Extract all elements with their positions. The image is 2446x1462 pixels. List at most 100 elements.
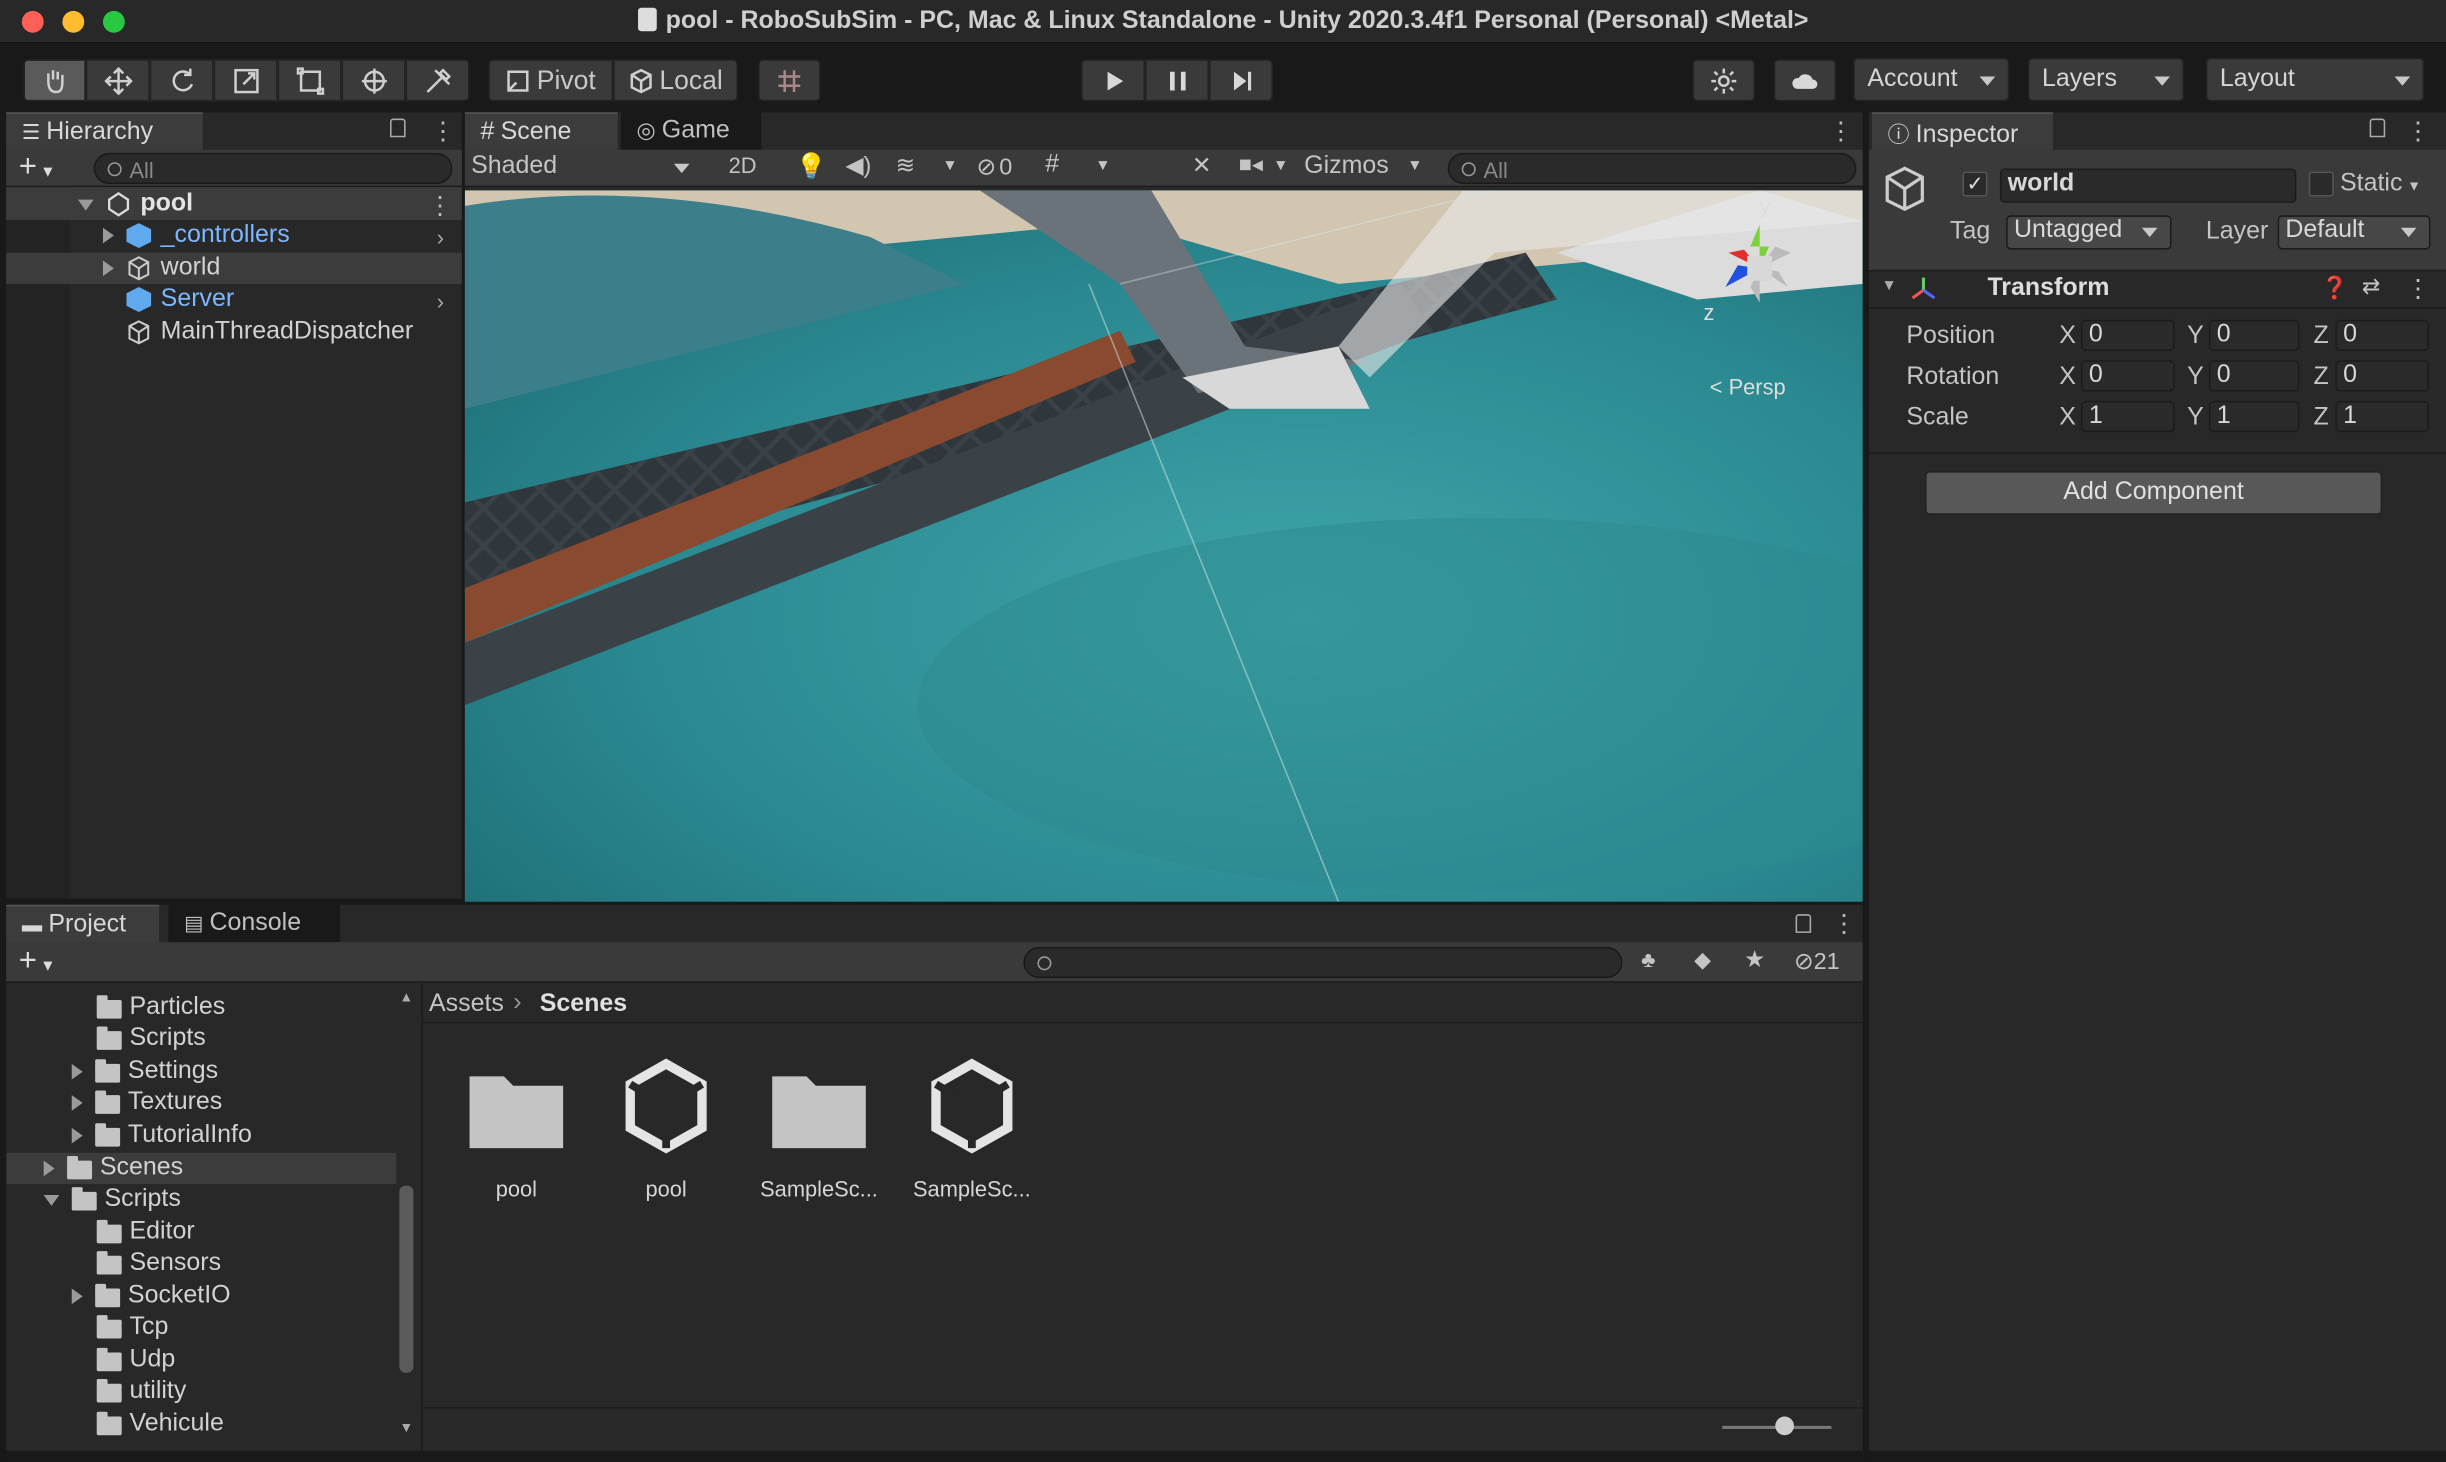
scale-z-field[interactable]: 1 xyxy=(2335,400,2429,433)
layout-dropdown[interactable]: Layout xyxy=(2205,57,2425,102)
custom-tool-button[interactable] xyxy=(405,59,470,102)
hidden-packages-toggle[interactable]: ⊘21 xyxy=(1794,947,1840,975)
tree-item-tutorialinfo[interactable]: TutorialInfo xyxy=(71,1120,252,1151)
gizmos-dropdown[interactable]: Gizmos ▼ xyxy=(1295,153,1432,181)
chevron-right-icon[interactable]: › xyxy=(437,289,444,314)
tab-game[interactable]: ◎ Game xyxy=(620,112,762,150)
more-options-icon[interactable]: ⋮ xyxy=(2406,115,2431,146)
transform-tool-button[interactable] xyxy=(341,59,406,102)
rotation-z-field[interactable]: 0 xyxy=(2335,360,2429,392)
breadcrumb-assets[interactable]: Assets xyxy=(429,991,504,1019)
perspective-toggle[interactable]: < Persp xyxy=(1710,374,1786,399)
transform-header[interactable]: ▼ Transform ❓ ⇄ ⋮ xyxy=(1868,271,2446,309)
lock-icon[interactable] xyxy=(1795,914,1812,933)
lighting-toggle-icon[interactable]: 💡 xyxy=(796,151,827,182)
active-checkbox[interactable]: ✓ xyxy=(1962,171,1988,197)
asset-item[interactable]: SampleSc... xyxy=(749,1055,889,1211)
services-button[interactable] xyxy=(1692,59,1755,102)
tab-hierarchy[interactable]: ☰ Hierarchy xyxy=(6,112,203,150)
breadcrumb-scenes[interactable]: Scenes xyxy=(540,991,627,1019)
scene-row-pool[interactable] xyxy=(6,187,462,220)
scale-tool-button[interactable] xyxy=(213,59,278,102)
chevron-down-icon[interactable]: ▼ xyxy=(942,158,957,175)
tree-item-scripts-root[interactable]: Scripts xyxy=(43,1184,181,1215)
create-dropdown-button[interactable]: + ▼ xyxy=(19,944,56,980)
move-tool-button[interactable] xyxy=(85,59,150,102)
asset-item[interactable]: pool xyxy=(446,1055,586,1211)
scale-x-field[interactable]: 1 xyxy=(2081,400,2175,433)
layers-dropdown[interactable]: Layers xyxy=(2027,57,2184,102)
orientation-gizmo[interactable]: y x z < Persp xyxy=(1697,193,1822,399)
create-dropdown-button[interactable]: + ▼ xyxy=(19,150,56,186)
tools-icon[interactable]: ✕ xyxy=(1192,151,1212,180)
static-checkbox[interactable] xyxy=(2308,171,2334,197)
axis-y-label[interactable]: Y xyxy=(2187,363,2204,391)
position-x-field[interactable]: 0 xyxy=(2081,319,2175,351)
lock-icon[interactable] xyxy=(2369,118,2386,138)
more-options-icon[interactable]: ⋮ xyxy=(431,115,456,146)
tab-project[interactable]: ▬ Project xyxy=(6,904,160,943)
rotation-y-field[interactable]: 0 xyxy=(2208,360,2300,392)
lock-icon[interactable] xyxy=(390,118,406,138)
tab-inspector[interactable]: ⓘ Inspector xyxy=(1871,112,2053,150)
axis-y-label[interactable]: Y xyxy=(2187,404,2204,432)
help-icon[interactable]: ❓ xyxy=(2321,275,2348,302)
asset-item[interactable]: pool xyxy=(596,1055,736,1211)
axis-z-label[interactable]: Z xyxy=(2313,404,2328,432)
tree-item-udp[interactable]: Udp xyxy=(96,1345,175,1376)
shading-mode-dropdown[interactable]: Shaded xyxy=(471,153,702,181)
tree-item-socketio[interactable]: SocketIO xyxy=(71,1281,231,1312)
rotate-tool-button[interactable] xyxy=(149,59,214,102)
hand-tool-button[interactable] xyxy=(23,59,86,102)
hidden-objects-toggle[interactable]: ⊘ 0 xyxy=(977,153,1013,181)
axis-y-label[interactable]: Y xyxy=(2187,323,2204,351)
static-label[interactable]: Static ▼ xyxy=(2340,170,2421,198)
hierarchy-item-controllers[interactable]: _controllers xyxy=(102,220,290,251)
chevron-right-icon[interactable]: › xyxy=(437,225,444,250)
scene-options-icon[interactable]: ⋮ xyxy=(427,190,452,221)
grid-toggle-icon[interactable]: # xyxy=(1045,151,1059,179)
add-component-button[interactable]: Add Component xyxy=(1925,471,2383,515)
axis-x-label[interactable]: X xyxy=(2059,363,2076,391)
scene-viewport[interactable]: y x z < Persp xyxy=(464,190,1863,902)
local-toggle[interactable]: Local xyxy=(613,59,738,102)
search-by-type-icon[interactable]: ♣ xyxy=(1641,947,1655,972)
search-by-label-icon[interactable]: ◆ xyxy=(1694,947,1711,974)
axis-x-label[interactable]: X xyxy=(2059,323,2076,351)
scale-y-field[interactable]: 1 xyxy=(2208,400,2300,433)
effects-toggle-icon[interactable]: ≋ xyxy=(895,151,915,180)
tree-item-settings[interactable]: Settings xyxy=(71,1056,218,1087)
play-button[interactable] xyxy=(1081,59,1146,102)
audio-toggle-icon[interactable]: ◀) xyxy=(846,151,872,180)
position-z-field[interactable]: 0 xyxy=(2335,319,2429,351)
scene-header[interactable]: pool xyxy=(78,189,193,220)
hierarchy-item-server[interactable]: Server xyxy=(126,284,234,315)
tab-console[interactable]: ▤ Console xyxy=(168,904,341,943)
toggle-2d-button[interactable]: 2D xyxy=(718,153,768,178)
pivot-toggle[interactable]: Pivot xyxy=(488,59,614,102)
chevron-down-icon[interactable]: ▼ xyxy=(1095,158,1110,175)
selected-row-world[interactable] xyxy=(6,252,462,284)
asset-item[interactable]: SampleSc... xyxy=(902,1055,1042,1211)
more-options-icon[interactable]: ⋮ xyxy=(1831,908,1856,939)
hierarchy-search-input[interactable]: All xyxy=(93,152,453,185)
tree-scrollbar[interactable] xyxy=(399,1185,414,1373)
tab-scene[interactable]: # Scene xyxy=(464,112,618,150)
grid-snap-button[interactable] xyxy=(758,59,821,102)
axis-x-label[interactable]: X xyxy=(2059,404,2076,432)
axis-z-label[interactable]: Z xyxy=(2313,323,2328,351)
tree-item-scripts[interactable]: Scripts xyxy=(96,1023,206,1054)
favorites-star-icon[interactable]: ★ xyxy=(1744,945,1765,974)
tree-item-editor[interactable]: Editor xyxy=(96,1217,195,1248)
tree-item-vehicule[interactable]: Vehicule xyxy=(96,1409,224,1440)
cloud-button[interactable] xyxy=(1773,59,1837,102)
camera-icon[interactable]: ■◂ xyxy=(1239,151,1263,178)
tag-dropdown[interactable]: Untagged xyxy=(2006,215,2172,250)
tree-item-scenes[interactable]: Scenes xyxy=(43,1153,183,1184)
account-dropdown[interactable]: Account xyxy=(1853,57,2010,102)
more-options-icon[interactable]: ⋮ xyxy=(2406,273,2431,304)
project-search-input[interactable] xyxy=(1023,946,1623,979)
scene-search-input[interactable]: All xyxy=(1447,152,1857,185)
icon-size-slider-thumb[interactable] xyxy=(1775,1416,1794,1436)
step-button[interactable] xyxy=(1209,59,1273,102)
